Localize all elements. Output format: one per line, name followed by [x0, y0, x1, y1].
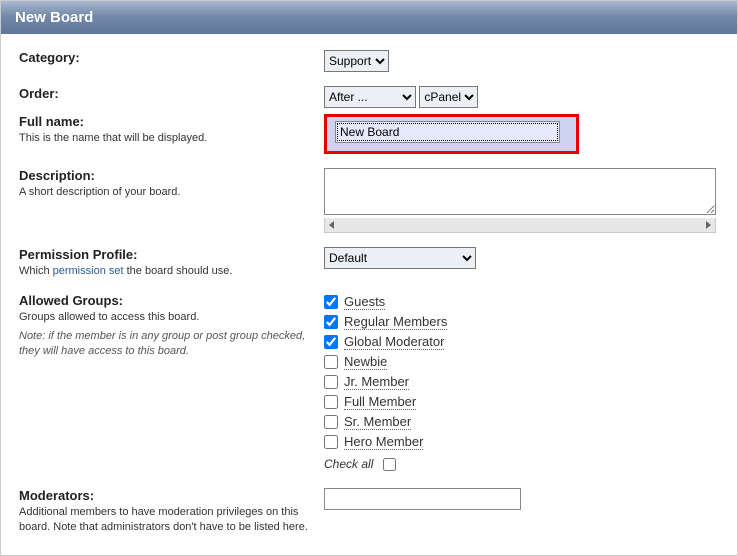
groups-label: Allowed Groups:	[19, 293, 312, 308]
groups-help: Groups allowed to access this board.	[19, 310, 312, 325]
group-checkbox[interactable]	[324, 395, 338, 409]
group-label: Newbie	[344, 354, 387, 370]
group-label: Sr. Member	[344, 414, 411, 430]
fullname-highlight	[324, 114, 579, 154]
description-row: Description: A short description of your…	[19, 168, 719, 233]
group-label: Guests	[344, 294, 385, 310]
group-checkbox[interactable]	[324, 335, 338, 349]
group-label: Global Moderator	[344, 334, 444, 350]
new-board-panel: New Board Category: Support Order: After…	[0, 0, 738, 556]
group-checkbox[interactable]	[324, 315, 338, 329]
fullname-row: Full name: This is the name that will be…	[19, 114, 719, 154]
check-all-label: Check all	[324, 457, 373, 471]
group-item: Hero Member	[324, 433, 719, 451]
category-row: Category: Support	[19, 50, 719, 72]
group-label: Jr. Member	[344, 374, 409, 390]
permission-set-link[interactable]: permission set	[53, 265, 124, 277]
moderators-label: Moderators:	[19, 488, 312, 503]
fullname-help: This is the name that will be displayed.	[19, 131, 312, 146]
fullname-label: Full name:	[19, 114, 312, 129]
group-item: Global Moderator	[324, 333, 719, 351]
category-select[interactable]: Support	[324, 50, 389, 72]
moderators-row: Moderators: Additional members to have m…	[19, 488, 719, 535]
group-label: Hero Member	[344, 434, 423, 450]
panel-title: New Board	[1, 1, 737, 34]
group-checkbox[interactable]	[324, 415, 338, 429]
groups-list: Guests Regular Members Global Moderator New…	[324, 293, 719, 451]
groups-note: Note: if the member is in any group or p…	[19, 329, 312, 359]
group-item: Jr. Member	[324, 373, 719, 391]
category-label: Category:	[19, 50, 312, 65]
group-label: Regular Members	[344, 314, 447, 330]
moderators-input[interactable]	[324, 488, 521, 510]
order-label: Order:	[19, 86, 312, 101]
description-scrollbar[interactable]	[324, 218, 716, 233]
group-label: Full Member	[344, 394, 416, 410]
order-row: Order: After ... cPanel	[19, 86, 719, 108]
permission-help: Which permission set the board should us…	[19, 264, 312, 279]
group-checkbox[interactable]	[324, 375, 338, 389]
order-position-select[interactable]: After ...	[324, 86, 416, 108]
order-board-select[interactable]: cPanel	[419, 86, 478, 108]
groups-row: Allowed Groups: Groups allowed to access…	[19, 293, 719, 474]
permission-label: Permission Profile:	[19, 247, 312, 262]
moderators-help: Additional members to have moderation pr…	[19, 505, 312, 535]
permission-row: Permission Profile: Which permission set…	[19, 247, 719, 279]
permission-select[interactable]: Default	[324, 247, 476, 269]
panel-body: Category: Support Order: After ... cPane…	[1, 34, 737, 555]
group-item: Guests	[324, 293, 719, 311]
description-label: Description:	[19, 168, 312, 183]
group-item: Full Member	[324, 393, 719, 411]
check-all-checkbox[interactable]	[383, 458, 396, 471]
fullname-input[interactable]	[335, 121, 560, 143]
description-help: A short description of your board.	[19, 185, 312, 200]
check-all-row: Check all	[324, 455, 719, 474]
group-item: Newbie	[324, 353, 719, 371]
group-checkbox[interactable]	[324, 295, 338, 309]
group-checkbox[interactable]	[324, 355, 338, 369]
description-textarea[interactable]	[324, 168, 716, 215]
group-checkbox[interactable]	[324, 435, 338, 449]
group-item: Regular Members	[324, 313, 719, 331]
group-item: Sr. Member	[324, 413, 719, 431]
